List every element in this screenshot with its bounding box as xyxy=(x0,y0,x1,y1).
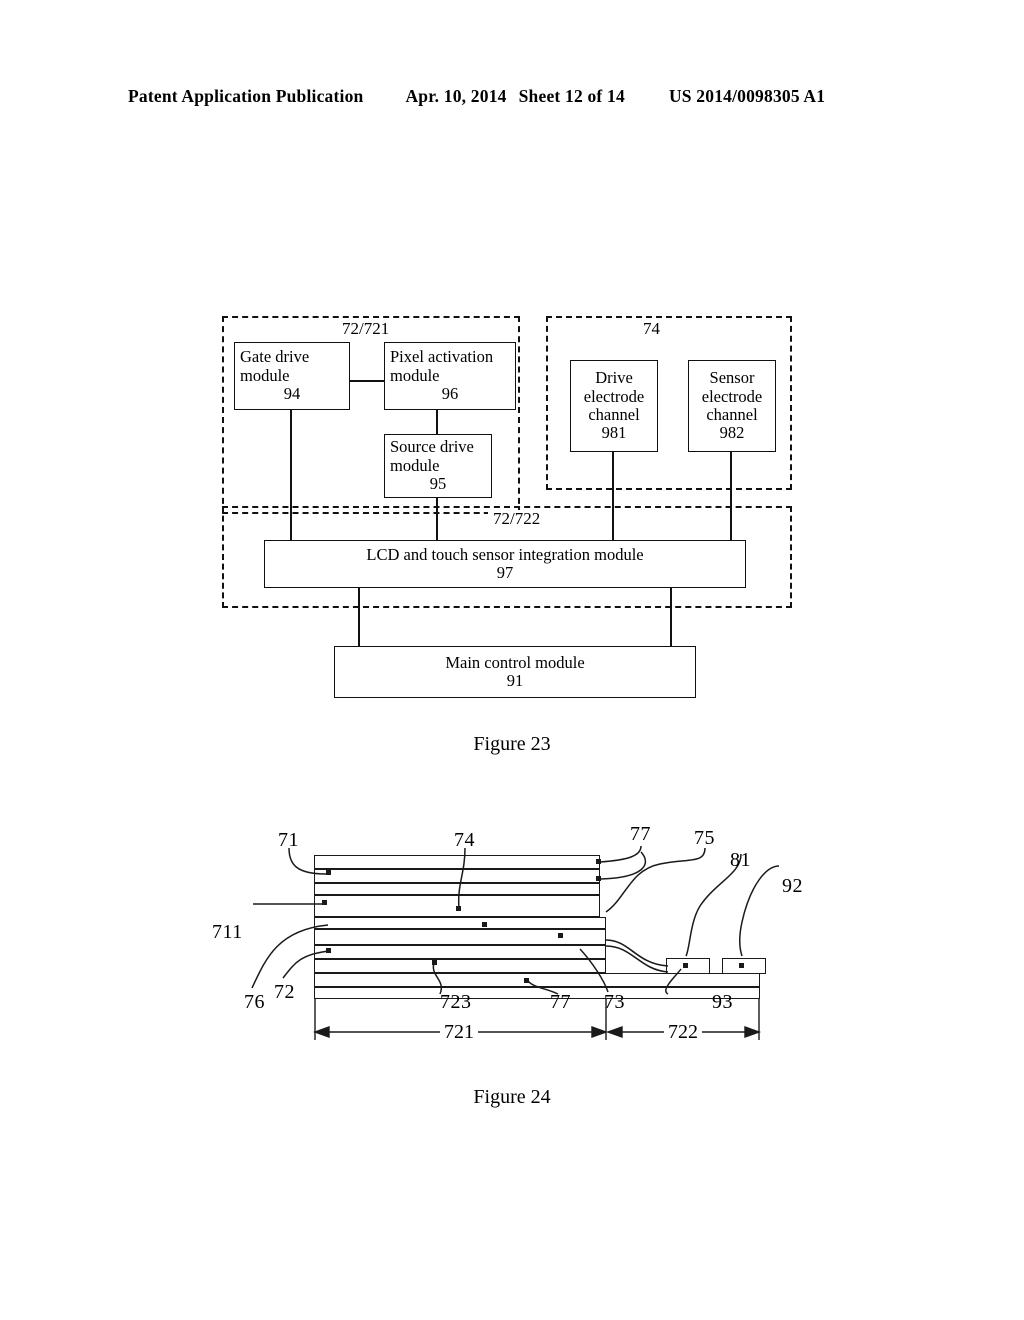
ref-label-75: 75 xyxy=(694,827,715,849)
box-title-line1: Gate drive xyxy=(240,347,310,367)
box-title-line2: module xyxy=(390,365,440,385)
layer-723-substrate xyxy=(314,973,760,987)
layer-71-top xyxy=(314,855,600,869)
wire-lcd-to-main-left xyxy=(358,588,360,648)
layer-76 xyxy=(314,959,606,973)
layer-77-bottom xyxy=(314,987,760,999)
layer-liquid-crystal xyxy=(314,917,606,929)
figure-23: 72/721 74 72/722 Gate drive module 94 Pi… xyxy=(0,300,1024,720)
box-title-line2: module xyxy=(390,455,440,475)
page-header: Patent Application Publication Apr. 10, … xyxy=(128,86,896,112)
ref-label-74: 74 xyxy=(454,829,475,851)
ref-label-711: 711 xyxy=(212,921,243,943)
box-ref-number: 94 xyxy=(283,384,301,404)
ref-label-723: 723 xyxy=(440,991,472,1013)
ref-label-81: 81 xyxy=(730,849,751,871)
ref-label-77b: 77 xyxy=(550,991,571,1013)
ref-label-92: 92 xyxy=(782,875,803,897)
box-ref-number: 95 xyxy=(429,474,447,494)
box-ref-number: 96 xyxy=(441,384,459,404)
layer-71-second xyxy=(314,869,600,883)
dim-label-721: 721 xyxy=(440,1022,478,1042)
ref-label-93: 93 xyxy=(712,991,733,1013)
bump-81 xyxy=(666,958,710,974)
box-title-line1: Pixel activation xyxy=(390,347,494,367)
ref-label-71: 71 xyxy=(278,829,299,851)
wire-sensor-channel-to-lcd xyxy=(730,452,732,542)
box-title-line1: LCD and touch sensor integration module xyxy=(366,544,644,564)
box-title-line1: Main control module xyxy=(445,652,585,672)
figure-24-caption: Figure 24 xyxy=(473,1086,551,1108)
layer-72-upper xyxy=(314,929,606,945)
box-main-control-module: Main control module 91 xyxy=(334,646,696,698)
layer-74-electrode xyxy=(314,895,600,917)
wire-lcd-to-main-right xyxy=(670,588,672,648)
wire-gate-to-lcd xyxy=(290,408,292,542)
wire-pixel-to-source xyxy=(436,410,438,434)
group-label-72-722: 72/722 xyxy=(488,510,546,527)
box-lcd-touch-integration-module: LCD and touch sensor integration module … xyxy=(264,540,746,588)
box-ref-number: 981 xyxy=(601,423,627,443)
box-ref-number: 91 xyxy=(506,671,524,690)
wire-gate-to-pixel xyxy=(350,380,384,382)
ref-label-73: 73 xyxy=(604,991,625,1013)
dim-label-722: 722 xyxy=(664,1022,702,1042)
group-label-72-721: 72/721 xyxy=(337,320,395,337)
box-title-line2: electrode xyxy=(583,386,645,406)
layer-711 xyxy=(314,883,600,895)
header-publication: Patent Application Publication xyxy=(128,86,364,106)
bump-92 xyxy=(722,958,766,974)
box-source-drive-module: Source drive module 95 xyxy=(384,434,492,498)
header-patent-number: US 2014/0098305 A1 xyxy=(668,86,826,106)
box-title-line2: module xyxy=(240,365,290,385)
box-title-line1: Source drive xyxy=(390,437,474,457)
box-title-line1: Drive xyxy=(595,368,633,388)
ref-label-76: 76 xyxy=(244,991,265,1013)
box-gate-drive-module: Gate drive module 94 xyxy=(234,342,350,410)
group-label-74: 74 xyxy=(638,320,665,337)
box-ref-number: 982 xyxy=(719,423,745,443)
header-date: Apr. 10, 2014 xyxy=(405,86,507,106)
box-pixel-activation-module: Pixel activation module 96 xyxy=(384,342,516,410)
box-sensor-electrode-channel: Sensor electrode channel 982 xyxy=(688,360,776,452)
header-sheet: Sheet 12 of 14 xyxy=(518,86,625,106)
ref-label-77a: 77 xyxy=(630,823,651,845)
ref-label-72: 72 xyxy=(274,981,295,1003)
box-title-line2: electrode xyxy=(701,386,763,406)
wire-drive-channel-to-lcd xyxy=(612,452,614,542)
figure-23-caption: Figure 23 xyxy=(473,733,551,755)
box-title-line3: channel xyxy=(588,405,640,424)
layer-72-mid xyxy=(314,945,606,959)
box-title-line3: channel xyxy=(706,405,758,424)
box-drive-electrode-channel: Drive electrode channel 981 xyxy=(570,360,658,452)
figure-24: 71 74 77 75 81 92 711 76 72 723 77 73 93… xyxy=(0,812,1024,1082)
box-title-line1: Sensor xyxy=(709,368,755,388)
box-ref-number: 97 xyxy=(496,563,514,582)
